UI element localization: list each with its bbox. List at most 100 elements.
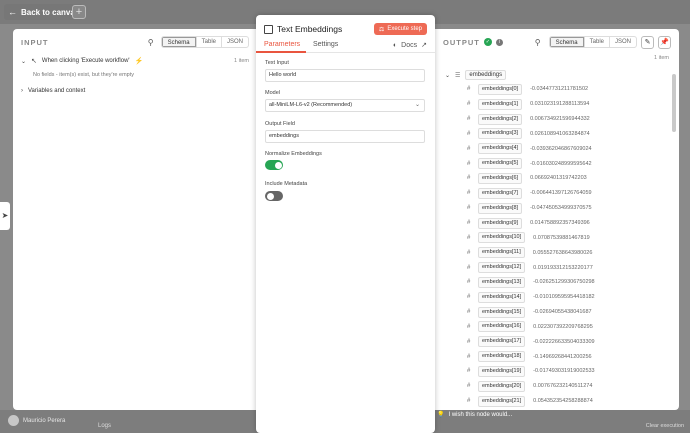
number-type-icon: # <box>467 205 471 212</box>
input-panel-header: INPUT ⚲ Schema Table JSON <box>21 35 249 49</box>
search-icon[interactable]: ⚲ <box>148 38 154 47</box>
execute-step-button[interactable]: ⚖ Execute step <box>373 23 427 35</box>
embedding-row[interactable]: # embeddings[12] 0.019193312153220177 <box>467 260 663 275</box>
embedding-row[interactable]: # embeddings[8] -0.047450534999370575 <box>467 201 663 216</box>
trigger-row[interactable]: ⌄ ↖ When clicking 'Execute workflow' ⚡ 1… <box>21 57 249 65</box>
output-items-count: 1 item <box>654 55 669 61</box>
execute-step-label: Execute step <box>387 26 422 32</box>
embedding-key: embeddings[5] <box>478 158 523 170</box>
user-menu[interactable]: Mauricio Perera <box>8 415 65 426</box>
embedding-row[interactable]: # embeddings[10] 0.07087539881467819 <box>467 230 663 245</box>
logs-label[interactable]: Logs <box>98 423 111 429</box>
model-select[interactable]: all-MiniLM-L6-v2 (Recommended) ⌄ <box>265 99 425 112</box>
embedding-value: -0.14969268441200256 <box>533 353 592 360</box>
number-type-icon: # <box>467 279 471 286</box>
view-table-button[interactable]: Table <box>195 37 221 47</box>
embedding-row[interactable]: # embeddings[16] 0.022307392209768295 <box>467 320 663 335</box>
node-type-icon <box>264 24 273 34</box>
number-type-icon: # <box>467 323 471 330</box>
normalize-toggle[interactable] <box>265 160 283 170</box>
lightbulb-icon: 💡 <box>437 412 445 418</box>
embedding-key: embeddings[19] <box>478 365 526 377</box>
embedding-value: 0.026108941063284874 <box>530 130 590 137</box>
embedding-row[interactable]: # embeddings[11] 0.055527638643980026 <box>467 245 663 260</box>
embedding-key: embeddings[8] <box>478 202 523 214</box>
variables-row[interactable]: › Variables and context <box>21 88 85 94</box>
number-type-icon: # <box>467 101 471 108</box>
include-metadata-toggle[interactable] <box>265 191 283 201</box>
text-input-field[interactable]: Hello world <box>265 69 425 82</box>
embedding-value: -0.047450534999370575 <box>530 205 592 212</box>
clear-execution-button[interactable]: Clear execution <box>646 423 684 429</box>
feedback-link[interactable]: 💡 I wish this node would... <box>437 411 512 419</box>
variables-label: Variables and context <box>28 88 86 94</box>
embeddings-root-row[interactable]: ⌄ ☰ embeddings <box>445 70 507 80</box>
view-schema-button[interactable]: Schema <box>161 37 196 47</box>
search-icon[interactable]: ⚲ <box>535 38 541 47</box>
number-type-icon: # <box>467 294 471 301</box>
cursor-handle-icon[interactable]: ➤ <box>0 202 10 230</box>
output-field-input[interactable]: embeddings <box>265 130 425 143</box>
embedding-row[interactable]: # embeddings[9] 0.014758892357349396 <box>467 216 663 231</box>
embedding-value: 0.07087539881467819 <box>533 234 590 241</box>
embedding-row[interactable]: # embeddings[15] -0.02694055438041687 <box>467 305 663 320</box>
embedding-row[interactable]: # embeddings[2] 0.006734921596944332 <box>467 112 663 127</box>
info-icon[interactable]: i <box>495 38 503 46</box>
embedding-value: 0.06692401319742203 <box>530 175 587 182</box>
embedding-row[interactable]: # embeddings[6] 0.06692401319742203 <box>467 171 663 186</box>
view-table-button[interactable]: Table <box>583 37 609 47</box>
docs-link[interactable]: ◐ Docs ↗ <box>392 41 427 50</box>
embedding-row[interactable]: # embeddings[21] 0.054352354258288874 <box>467 394 663 409</box>
edit-icon[interactable]: ✎ <box>641 35 654 49</box>
pin-icon[interactable]: 📌 <box>658 35 671 49</box>
avatar <box>8 415 19 426</box>
add-node-button[interactable]: + <box>72 5 86 19</box>
embedding-row[interactable]: # embeddings[3] 0.026108941063284874 <box>467 127 663 142</box>
embedding-key: embeddings[18] <box>478 351 526 363</box>
output-panel: OUTPUT ✓ i ⚲ Schema Table JSON ✎ 📌 1 ite… <box>434 29 679 410</box>
embedding-row[interactable]: # embeddings[1] 0.031023191288113594 <box>467 97 663 112</box>
chevron-down-icon: ⌄ <box>414 102 420 108</box>
number-type-icon: # <box>467 264 471 271</box>
chevron-right-icon[interactable]: › <box>21 88 23 94</box>
embedding-row[interactable]: # embeddings[14] -0.010109595954418182 <box>467 290 663 305</box>
docs-icon: ◐ <box>392 41 398 49</box>
view-json-button[interactable]: JSON <box>220 37 248 47</box>
embedding-row[interactable]: # embeddings[5] -0.016030248999595642 <box>467 156 663 171</box>
chevron-down-icon[interactable]: ⌄ <box>21 58 26 65</box>
number-type-icon: # <box>467 338 471 345</box>
embedding-row[interactable]: # embeddings[7] -0.006441397126764059 <box>467 186 663 201</box>
embedding-row[interactable]: # embeddings[17] -0.022226633504033309 <box>467 334 663 349</box>
embedding-row[interactable]: # embeddings[0] -0.03447731211781502 <box>467 82 663 97</box>
chevron-down-icon[interactable]: ⌄ <box>445 72 450 79</box>
embedding-row[interactable]: # embeddings[19] -0.017493031919002533 <box>467 364 663 379</box>
model-select-value: all-MiniLM-L6-v2 (Recommended) <box>269 102 353 108</box>
embedding-value: -0.016030248999595642 <box>530 160 592 167</box>
embedding-value: -0.010109595954418182 <box>533 294 595 301</box>
embedding-key: embeddings[15] <box>478 306 526 318</box>
embedding-row[interactable]: # embeddings[18] -0.14969268441200256 <box>467 349 663 364</box>
embedding-value: 0.019193312153220177 <box>533 264 593 271</box>
node-header: Text Embeddings ⚖ Execute step <box>264 22 427 36</box>
embedding-key: embeddings[7] <box>478 187 523 199</box>
active-tab-indicator <box>256 51 306 53</box>
embedding-row[interactable]: # embeddings[4] -0.039362046867609024 <box>467 141 663 156</box>
output-scrollbar[interactable] <box>672 74 676 132</box>
lightning-icon: ⚡ <box>134 58 144 65</box>
embedding-row[interactable]: # embeddings[13] -0.026251299306750298 <box>467 275 663 290</box>
embedding-key: embeddings[21] <box>478 395 526 407</box>
tab-parameters[interactable]: Parameters <box>264 41 300 48</box>
embedding-row[interactable]: # embeddings[20] 0.007676232140511274 <box>467 379 663 394</box>
toggle-knob <box>274 161 282 169</box>
view-json-button[interactable]: JSON <box>608 37 636 47</box>
output-field-label: Output Field <box>265 121 295 127</box>
embedding-key: embeddings[11] <box>478 247 525 259</box>
tab-settings[interactable]: Settings <box>313 41 338 48</box>
include-metadata-label: Include Metadata <box>265 181 308 187</box>
embedding-key: embeddings[6] <box>478 172 523 184</box>
node-settings-modal: Text Embeddings ⚖ Execute step Parameter… <box>256 15 435 433</box>
node-title[interactable]: Text Embeddings <box>277 24 342 34</box>
view-schema-button[interactable]: Schema <box>549 37 584 47</box>
external-link-icon: ↗ <box>421 42 427 49</box>
number-type-icon: # <box>467 398 471 405</box>
